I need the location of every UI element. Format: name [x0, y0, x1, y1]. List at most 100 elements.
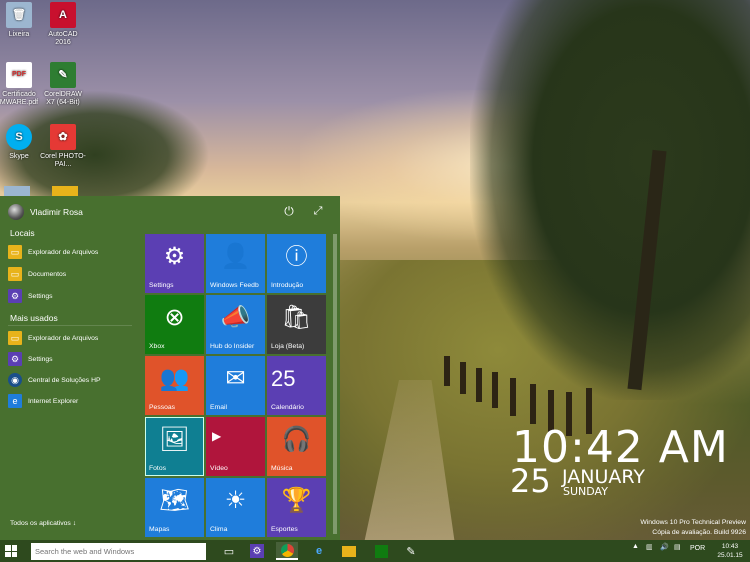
- tile-label: Clima: [210, 526, 228, 533]
- taskbar: ▭ ⚙ e ✎ ▲ ▥ 🔊 ▤ POR 10:43 25.01.15: [0, 540, 750, 562]
- tile-sports[interactable]: 🏆 Esportes: [267, 478, 326, 537]
- tile-label: Fotos: [149, 465, 166, 472]
- start-left-pane: Locais ▭ Explorador de Arquivos ▭ Docume…: [0, 196, 135, 540]
- megaphone-icon: 📣: [220, 304, 251, 331]
- desktop-icon-partial[interactable]: [52, 186, 78, 196]
- tile-label: Calendário: [271, 404, 304, 411]
- menu-item-file-explorer-frequent[interactable]: ▭ Explorador de Arquivos: [8, 329, 133, 347]
- tile-label: Loja (Beta): [271, 343, 305, 350]
- menu-item-label: Documentos: [28, 270, 67, 278]
- desktop-icon-coreldraw[interactable]: ✎ CorelDRAW X7 (64-Bit): [40, 62, 86, 107]
- network-icon[interactable]: ▥: [646, 543, 653, 551]
- desktop-icon-label: CorelDRAW X7 (64-Bit): [44, 91, 82, 106]
- tile-settings[interactable]: ⚙ Settings: [145, 234, 204, 293]
- tile-maps[interactable]: 🗺 Mapas: [145, 478, 204, 537]
- notification-icon[interactable]: ▤: [674, 543, 681, 551]
- desktop-icon-pdf[interactable]: PDF Certificado MWARE.pdf: [0, 62, 42, 107]
- power-icon[interactable]: ⏻: [282, 204, 296, 218]
- tile-xbox[interactable]: ⊗ Xbox: [145, 295, 204, 354]
- photos-icon: 🖼: [159, 426, 190, 453]
- task-view-icon[interactable]: ▭: [218, 542, 240, 560]
- desktop-icon-label: Corel PHOTO-PAI...: [40, 153, 86, 168]
- taskbar-clock[interactable]: 10:43 25.01.15: [714, 542, 746, 560]
- recycle-bin-icon: 🗑: [6, 2, 32, 28]
- chrome-icon[interactable]: [276, 542, 298, 560]
- menu-item-file-explorer[interactable]: ▭ Explorador de Arquivos: [8, 243, 133, 261]
- section-mais-usados-title: Mais usados: [10, 313, 58, 323]
- documents-icon: ▭: [8, 267, 22, 281]
- desktop-icon-label: Certificado MWARE.pdf: [0, 91, 39, 106]
- tile-weather[interactable]: ☀ Clima: [206, 478, 265, 537]
- tile-music[interactable]: 🎧 Música: [267, 417, 326, 476]
- autocad-icon: A: [50, 2, 76, 28]
- desktop-icon-partial[interactable]: [4, 186, 30, 196]
- desktop-icon-autocad[interactable]: A AutoCAD 2016: [40, 2, 86, 47]
- settings-icon: ⚙: [8, 352, 22, 366]
- internet-explorer-icon: e: [8, 394, 22, 408]
- taskbar-date: 25.01.15: [717, 552, 743, 559]
- desktop-icon-recycle-bin[interactable]: 🗑 Lixeira: [0, 2, 42, 39]
- start-menu: Vladimir Rosa ⏻ ⤢ Locais ▭ Explorador de…: [0, 196, 340, 540]
- video-icon: ▶: [212, 429, 222, 443]
- taskbar-time: 10:43: [721, 543, 739, 550]
- tile-introducao[interactable]: ⓘ Introdução: [267, 234, 326, 293]
- tile-store[interactable]: 🛍 Loja (Beta): [267, 295, 326, 354]
- volume-icon[interactable]: 🔊: [660, 543, 669, 551]
- store-icon: 🛍: [281, 304, 312, 331]
- network-app-icon[interactable]: ✎: [400, 542, 422, 560]
- tray-arrow-icon[interactable]: ▲: [632, 543, 639, 550]
- tile-video[interactable]: ▶ Vídeo: [206, 417, 265, 476]
- store-icon[interactable]: [370, 542, 392, 560]
- desktop-icon-skype[interactable]: S Skype: [0, 124, 42, 161]
- watermark-build: Cópia de avaliação. Build 9926: [652, 529, 746, 536]
- start-scrollbar[interactable]: [333, 234, 337, 534]
- settings-icon[interactable]: ⚙: [246, 542, 268, 560]
- desktop-clock-weekday: SUNDAY: [563, 485, 608, 498]
- divider: [8, 325, 132, 326]
- coreldraw-icon: ✎: [50, 62, 76, 88]
- weather-icon: ☀: [224, 487, 247, 514]
- pdf-icon: PDF: [6, 62, 32, 88]
- tile-photos[interactable]: 🖼 Fotos: [145, 417, 204, 476]
- tile-insider-hub[interactable]: 📣 Hub do Insider: [206, 295, 265, 354]
- all-apps-link[interactable]: Todos os aplicativos ↓: [10, 520, 76, 527]
- desktop-icon-label: AutoCAD 2016: [48, 31, 78, 46]
- menu-item-label: Explorador de Arquivos: [28, 334, 99, 342]
- search-input[interactable]: [31, 543, 206, 560]
- maps-icon: 🗺: [159, 487, 190, 514]
- tile-label: Email: [210, 404, 227, 411]
- menu-item-internet-explorer[interactable]: e Internet Explorer: [8, 392, 133, 410]
- tile-label: Esportes: [271, 526, 298, 533]
- desktop-icon-label: Skype: [9, 153, 29, 160]
- menu-item-label: Central de Soluções HP: [28, 376, 101, 384]
- tile-email[interactable]: ✉ Email: [206, 356, 265, 415]
- menu-item-label: Settings: [28, 355, 53, 363]
- tile-calendar[interactable]: 25 Calendário: [267, 356, 326, 415]
- tile-label: Mapas: [149, 526, 170, 533]
- tile-label: Xbox: [149, 343, 165, 350]
- menu-item-settings-frequent[interactable]: ⚙ Settings: [8, 350, 133, 368]
- tile-windows-feedback[interactable]: 👤 Windows Feedb: [206, 234, 265, 293]
- hp-icon: ◉: [8, 373, 22, 387]
- desktop-icon-corel-photopaint[interactable]: ✿ Corel PHOTO-PAI...: [40, 124, 86, 169]
- menu-item-hp-solution-center[interactable]: ◉ Central de Soluções HP: [8, 371, 133, 389]
- help-icon: ⓘ: [285, 244, 308, 269]
- mail-icon: ✉: [225, 365, 246, 392]
- internet-explorer-icon[interactable]: e: [308, 542, 330, 560]
- file-explorer-icon: ▭: [8, 245, 22, 259]
- music-icon: 🎧: [281, 426, 312, 453]
- menu-item-label: Explorador de Arquivos: [28, 248, 99, 256]
- expand-icon[interactable]: ⤢: [311, 204, 325, 218]
- start-button[interactable]: [0, 540, 22, 562]
- file-explorer-icon[interactable]: [338, 542, 360, 560]
- menu-item-documents[interactable]: ▭ Documentos: [8, 265, 133, 283]
- file-explorer-icon: ▭: [8, 331, 22, 345]
- menu-item-settings[interactable]: ⚙ Settings: [8, 287, 133, 305]
- feedback-icon: 👤: [220, 243, 251, 270]
- tile-label: Pessoas: [149, 404, 176, 411]
- language-indicator[interactable]: POR: [690, 545, 705, 552]
- trophy-icon: 🏆: [281, 487, 312, 514]
- tile-people[interactable]: 👥 Pessoas: [145, 356, 204, 415]
- wallpaper-tree: [470, 0, 750, 400]
- menu-item-label: Settings: [28, 292, 53, 300]
